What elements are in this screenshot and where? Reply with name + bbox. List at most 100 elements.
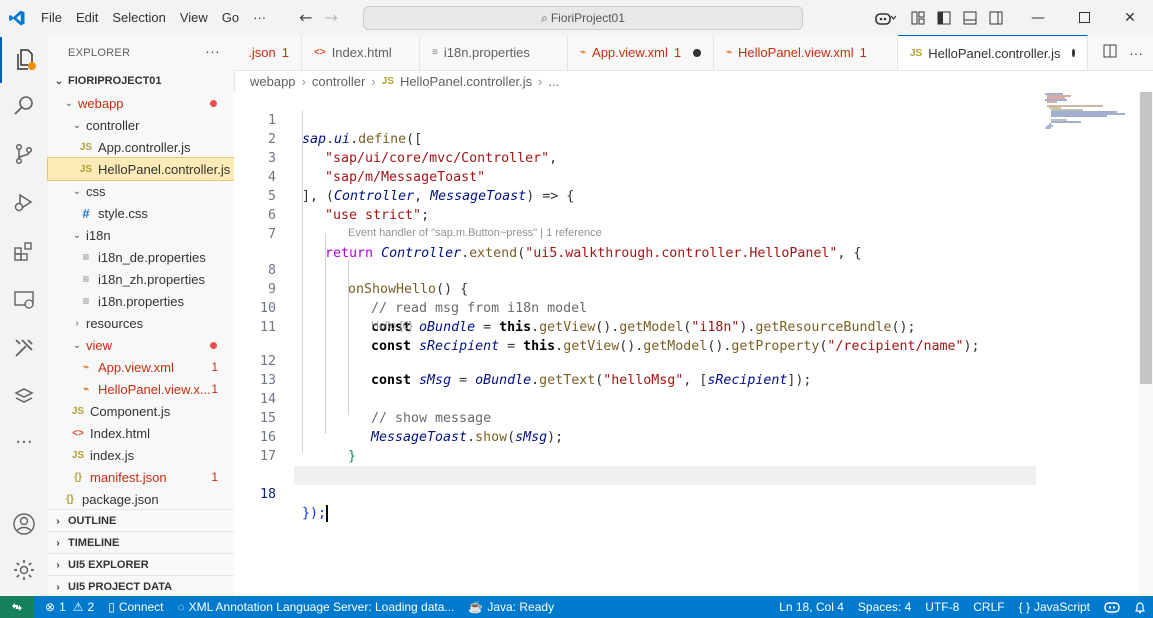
codelens-references[interactable]: Event handler of "sap.m.Button~press" | … [348, 225, 602, 242]
chevron-right-icon: › [56, 515, 60, 527]
remote-indicator-icon[interactable] [0, 596, 34, 618]
section-ui5-explorer[interactable]: › UI5 EXPLORER [48, 553, 234, 576]
back-arrow-icon[interactable]: ← [299, 8, 312, 27]
notifications-bell-icon[interactable] [1127, 601, 1153, 614]
unsaved-dot-icon [1072, 49, 1075, 57]
sap-fiori-icon[interactable] [0, 373, 48, 419]
scrollbar-thumb[interactable] [1140, 92, 1152, 384]
editor-tabs: .json 1 <> Index.html ≡ i18n.properties … [234, 35, 1153, 71]
section-outline[interactable]: › OUTLINE [48, 509, 234, 532]
chevron-down-icon: ⌄ [72, 339, 82, 351]
breadcrumb-item[interactable]: ... [549, 74, 560, 89]
tree-folder-webapp[interactable]: ⌄ webapp [48, 92, 234, 114]
tree-file-index-html[interactable]: <> Index.html [48, 422, 234, 444]
tree-file-style-css[interactable]: # style.css [48, 202, 234, 224]
tree-file-hellopanel-view[interactable]: ⌁ HelloPanel.view.x... 1 [48, 378, 234, 400]
settings-gear-icon[interactable] [0, 547, 48, 593]
menu-more[interactable]: ··· [246, 10, 273, 25]
tree-file-i18n-zh[interactable]: ≡ i18n_zh.properties [48, 268, 234, 290]
tab-i18n-properties[interactable]: ≡ i18n.properties [420, 35, 568, 70]
extensions-icon[interactable] [0, 229, 48, 275]
tree-folder-i18n[interactable]: ⌄ i18n [48, 224, 234, 246]
maximize-icon[interactable] [1061, 0, 1107, 35]
toggle-primary-sidebar-icon[interactable] [931, 0, 957, 35]
minimize-icon[interactable]: — [1015, 0, 1061, 35]
code-line: 9 // read msg from i18n model [234, 261, 1139, 316]
section-ui5-project-data[interactable]: › UI5 PROJECT DATA [48, 575, 234, 598]
more-actions-icon[interactable]: ··· [1129, 45, 1143, 61]
project-root[interactable]: ⌄ FIORIPROJECT01 [48, 70, 234, 92]
language-mode[interactable]: { } JavaScript [1012, 600, 1097, 614]
menu-view[interactable]: View [173, 10, 215, 25]
vertical-scrollbar[interactable] [1139, 92, 1153, 596]
breadcrumb-item[interactable]: HelloPanel.controller.js [400, 74, 532, 89]
tab-app-view-xml[interactable]: ⌁ App.view.xml 1 [568, 35, 714, 70]
customize-layout-icon[interactable] [905, 0, 931, 35]
section-timeline[interactable]: › TIMELINE [48, 531, 234, 554]
tree-folder-controller[interactable]: ⌄ controller [48, 114, 234, 136]
java-label: Java: Ready [487, 600, 555, 614]
tree-folder-css[interactable]: ⌄ css [48, 180, 234, 202]
explorer-icon[interactable] [0, 37, 50, 83]
tree-file-component[interactable]: JS Component.js [48, 400, 234, 422]
menu-edit[interactable]: Edit [69, 10, 105, 25]
js-file-icon: JS [381, 75, 394, 87]
java-status[interactable]: ☕ Java: Ready [461, 600, 561, 614]
explorer-more-icon[interactable]: ··· [205, 43, 220, 59]
tree-file-hellopanel-controller[interactable]: JS HelloPanel.controller.js [47, 157, 235, 181]
json-file-icon: {} [66, 493, 74, 505]
account-icon[interactable] [0, 501, 48, 547]
file-encoding[interactable]: UTF-8 [918, 600, 966, 614]
remote-explorer-icon[interactable] [0, 277, 48, 323]
tools-icon[interactable] [0, 325, 48, 371]
error-count: 1 [59, 600, 66, 614]
command-center-search[interactable]: ⌕ FioriProject01 [363, 6, 803, 30]
tree-file-i18n-de[interactable]: ≡ i18n_de.properties [48, 246, 234, 268]
js-file-icon: JS [71, 405, 85, 417]
breadcrumb-item[interactable]: controller [312, 74, 365, 89]
tree-folder-resources[interactable]: › resources [48, 312, 234, 334]
tree-file-i18n[interactable]: ≡ i18n.properties [48, 290, 234, 312]
xml-server-label: XML Annotation Language Server: Loading … [188, 600, 455, 614]
source-control-icon[interactable] [0, 131, 48, 177]
split-editor-icon[interactable] [1103, 44, 1117, 61]
indentation[interactable]: Spaces: 4 [851, 600, 918, 614]
search-icon[interactable] [0, 83, 48, 129]
menu-selection[interactable]: Selection [105, 10, 172, 25]
copilot-icon[interactable] [865, 0, 905, 35]
code-line: 6 [234, 187, 1139, 223]
tab-hellopanel-controller-js[interactable]: JS HelloPanel.controller.js [898, 35, 1088, 70]
tab-label: .json [248, 45, 276, 60]
tab-label: Index.html [331, 45, 392, 60]
connect-button[interactable]: ▯ Connect [101, 600, 170, 614]
toggle-panel-icon[interactable] [957, 0, 983, 35]
current-line-highlight [294, 466, 1036, 485]
chevron-down-icon: ⌄ [64, 97, 74, 109]
tree-file-manifest[interactable]: {} manifest.json 1 [48, 466, 234, 488]
cursor-position[interactable]: Ln 18, Col 4 [772, 600, 851, 614]
forward-arrow-icon[interactable]: → [325, 8, 338, 27]
breadcrumb-item[interactable]: webapp [250, 74, 296, 89]
copilot-status-icon[interactable] [1097, 601, 1127, 613]
json-file-icon: {} [74, 471, 82, 483]
more-icon[interactable]: ··· [0, 419, 48, 465]
tree-file-app-view[interactable]: ⌁ App.view.xml 1 [48, 356, 234, 378]
tree-file-package[interactable]: {} package.json [48, 488, 234, 510]
tab-manifest-json[interactable]: .json 1 [234, 35, 302, 70]
run-debug-icon[interactable] [0, 179, 48, 225]
end-of-line[interactable]: CRLF [966, 600, 1011, 614]
close-icon[interactable]: ✕ [1107, 0, 1153, 35]
problems-indicator[interactable]: ⊗ 1 ⚠ 2 [38, 600, 101, 614]
js-file-icon: JS [71, 449, 85, 461]
code-editor[interactable]: 1 sap.ui.define([ 2 "sap/ui/core/mvc/Con… [234, 92, 1139, 596]
tab-index-html[interactable]: <> Index.html [302, 35, 420, 70]
tree-file-index-js[interactable]: JS index.js [48, 444, 234, 466]
minimap[interactable] [1041, 92, 1139, 596]
xml-annotation-server-status[interactable]: ◌ XML Annotation Language Server: Loadin… [171, 600, 462, 614]
menu-file[interactable]: File [34, 10, 69, 25]
tab-hellopanel-view-xml[interactable]: ⌁ HelloPanel.view.xml 1 [714, 35, 898, 70]
tree-folder-view[interactable]: ⌄ view [48, 334, 234, 356]
toggle-secondary-sidebar-icon[interactable] [983, 0, 1009, 35]
tree-file-app-controller[interactable]: JS App.controller.js [48, 136, 234, 158]
menu-go[interactable]: Go [215, 10, 246, 25]
